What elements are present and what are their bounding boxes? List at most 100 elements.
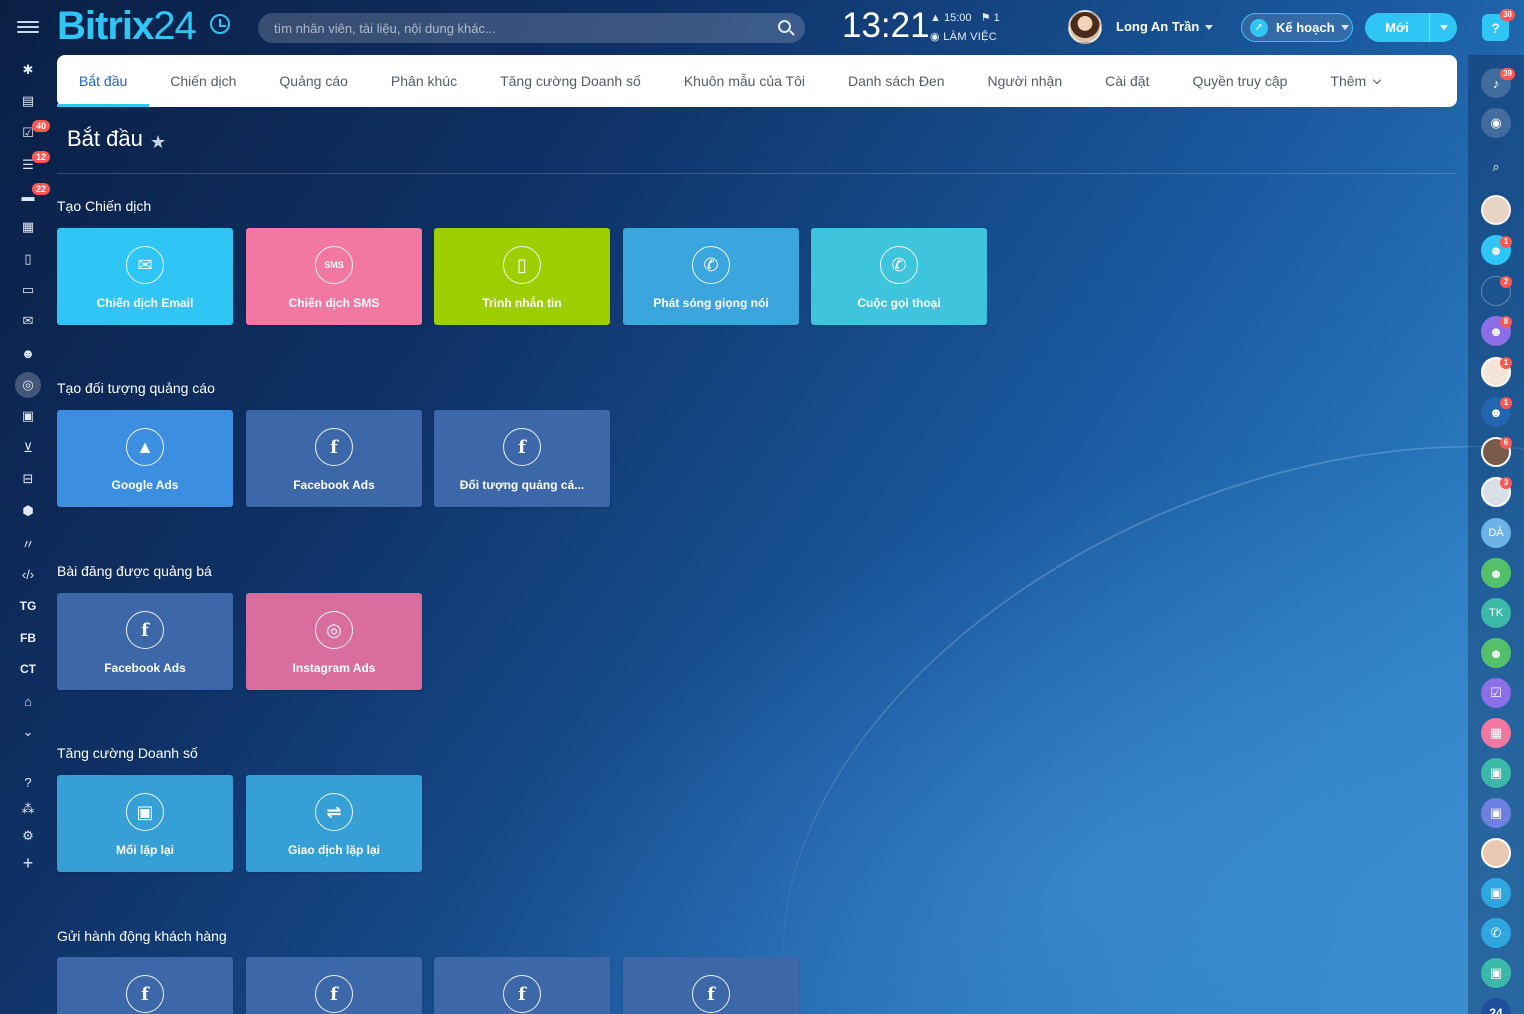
shop-cart-icon[interactable]: ⊻ bbox=[16, 438, 40, 458]
work-status-label: LÀM VIỆC bbox=[943, 31, 998, 43]
section-title-campaigns: Tạo Chiến dịch bbox=[57, 198, 152, 214]
menu-icon[interactable] bbox=[17, 18, 39, 36]
tab-campaigns[interactable]: Chiến dịch bbox=[170, 55, 236, 107]
more-icon[interactable]: ⌄ bbox=[16, 722, 40, 742]
contacts-icon[interactable]: ☻ bbox=[16, 343, 40, 363]
tile-repeat-lead[interactable]: ▣ Mối lặp lại bbox=[57, 775, 233, 872]
add-icon[interactable]: + bbox=[16, 853, 40, 873]
plan-label: Kế hoạch bbox=[1276, 20, 1335, 35]
structure-icon[interactable]: ⁂ bbox=[16, 799, 40, 819]
tile-sms-campaign[interactable]: SMS Chiến dịch SMS bbox=[246, 228, 422, 325]
analytics-icon[interactable]: 〃 bbox=[16, 533, 40, 553]
repeat-deal-icon: ⇌ bbox=[315, 793, 353, 831]
help-icon[interactable]: ? bbox=[16, 772, 40, 792]
mail-icon[interactable]: ✉ bbox=[16, 311, 40, 331]
gear-icon[interactable]: ⚙ bbox=[16, 826, 40, 846]
search-input[interactable] bbox=[258, 13, 805, 43]
tile-instagram-post[interactable]: ◎ Instagram Ads bbox=[246, 593, 422, 690]
calendar-chat-icon[interactable]: ▦ bbox=[1481, 718, 1511, 748]
tile-customer-action[interactable]: f bbox=[623, 957, 799, 1014]
logo[interactable]: Bitrix24 bbox=[57, 4, 197, 49]
search-icon[interactable] bbox=[778, 20, 791, 33]
tile-customer-action[interactable]: f bbox=[434, 957, 610, 1014]
chat-badge: 22 bbox=[32, 183, 50, 195]
tile-messenger[interactable]: ▯ Trình nhắn tin bbox=[434, 228, 610, 325]
tile-email-campaign[interactable]: ✉ Chiến dịch Email bbox=[57, 228, 233, 325]
inventory-icon[interactable]: ⬢ bbox=[16, 501, 40, 521]
tasks-badge: 40 bbox=[32, 120, 50, 132]
sidebar-item-fb[interactable]: FB bbox=[16, 628, 40, 648]
company-icon[interactable]: ⌂ bbox=[16, 691, 40, 711]
avatar[interactable] bbox=[1481, 195, 1511, 225]
sites-icon[interactable]: ▣ bbox=[16, 406, 40, 426]
tile-lookalike-audience[interactable]: f Đối tượng quảng cá... bbox=[434, 410, 610, 507]
tab-segments[interactable]: Phân khúc bbox=[391, 55, 457, 107]
feed-icon[interactable]: ▤ bbox=[16, 91, 40, 111]
group-chat-icon[interactable]: ☻ bbox=[1481, 558, 1511, 588]
phone-icon[interactable]: ✆ bbox=[1481, 918, 1511, 948]
drive-icon[interactable]: ▭ bbox=[16, 280, 40, 300]
facebook-icon: f bbox=[126, 975, 164, 1013]
current-time[interactable]: 13:21 bbox=[842, 6, 930, 46]
star-icon[interactable]: ★ bbox=[150, 132, 166, 153]
tab-access-rights[interactable]: Quyền truy cập bbox=[1192, 55, 1287, 107]
facebook-icon: f bbox=[692, 975, 730, 1013]
tile-label: Chiến dịch Email bbox=[96, 296, 194, 310]
tile-label: Giao dịch lặp lại bbox=[287, 843, 381, 857]
activity-stream-icon[interactable]: ✱ bbox=[16, 60, 40, 80]
tab-start[interactable]: Bắt đầu bbox=[56, 55, 150, 107]
avatar[interactable] bbox=[1068, 10, 1102, 44]
voice-broadcast-icon: ✆ bbox=[692, 246, 730, 284]
tab-sales-boost[interactable]: Tăng cường Doanh số bbox=[500, 55, 641, 107]
chevron-down-icon bbox=[1340, 25, 1349, 30]
group-chat-icon[interactable]: ☻ bbox=[1481, 638, 1511, 668]
tile-google-ads[interactable]: ▲ Google Ads bbox=[57, 410, 233, 507]
work-status[interactable]: ◉ LÀM VIỆC bbox=[930, 30, 997, 43]
sidebar-item-ct[interactable]: CT bbox=[16, 659, 40, 679]
avatar-initials[interactable]: DÁ bbox=[1481, 518, 1511, 548]
tasks-chat-icon[interactable]: ☑ bbox=[1481, 678, 1511, 708]
channel-icon[interactable]: ▣ bbox=[1481, 798, 1511, 828]
tab-ads[interactable]: Quảng cáo bbox=[279, 55, 348, 107]
facebook-icon: f bbox=[503, 428, 541, 466]
tile-customer-action[interactable]: f bbox=[57, 957, 233, 1014]
facebook-icon: f bbox=[315, 975, 353, 1013]
tile-facebook-post[interactable]: f Facebook Ads bbox=[57, 593, 233, 690]
automation-robot-icon[interactable]: ⊟ bbox=[16, 469, 40, 489]
tab-more[interactable]: Thêm bbox=[1330, 55, 1382, 107]
new-label: Mới bbox=[1385, 20, 1409, 35]
tab-settings[interactable]: Cài đặt bbox=[1105, 55, 1149, 107]
messenger-icon[interactable]: ◉ bbox=[1481, 108, 1511, 138]
document-icon[interactable]: ▯ bbox=[16, 249, 40, 269]
avatar-initials[interactable]: TK bbox=[1481, 598, 1511, 628]
chat-badge: 6 bbox=[1500, 437, 1512, 449]
plan-button[interactable]: ➚ Kế hoạch bbox=[1241, 13, 1353, 42]
tile-repeat-deal[interactable]: ⇌ Giao dịch lặp lại bbox=[246, 775, 422, 872]
filter-badge: 12 bbox=[32, 151, 50, 163]
user-menu[interactable]: Long An Trần bbox=[1116, 19, 1214, 34]
section-title-audience: Tạo đối tượng quảng cáo bbox=[57, 380, 215, 396]
avatar[interactable] bbox=[1481, 838, 1511, 868]
tab-my-templates[interactable]: Khuôn mẫu của Tôi bbox=[684, 55, 805, 107]
channel-icon[interactable]: ▣ bbox=[1481, 958, 1511, 988]
developer-icon[interactable]: ‹/› bbox=[16, 564, 40, 584]
tile-phone-call[interactable]: ✆ Cuộc gọi thoại bbox=[811, 228, 987, 325]
marketing-icon[interactable]: ◎ bbox=[15, 372, 41, 398]
new-button[interactable]: Mới bbox=[1365, 13, 1457, 42]
tile-voice-broadcast[interactable]: ✆ Phát sóng giọng nói bbox=[623, 228, 799, 325]
calendar-icon[interactable]: ▦ bbox=[16, 217, 40, 237]
chat-badge: 1 bbox=[1500, 357, 1512, 369]
channel-icon[interactable]: ▣ bbox=[1481, 878, 1511, 908]
search-icon[interactable]: ⌕ bbox=[1481, 152, 1511, 182]
alarm-info[interactable]: ▲ 15:00 ⚑ 1 bbox=[930, 11, 1000, 24]
tile-label: Instagram Ads bbox=[292, 661, 376, 675]
tab-blacklist[interactable]: Danh sách Đen bbox=[848, 55, 945, 107]
channel-icon[interactable]: ▣ bbox=[1481, 758, 1511, 788]
chevron-down-icon bbox=[1205, 25, 1214, 31]
sidebar-item-tg[interactable]: TG bbox=[16, 596, 40, 616]
top-bar: Bitrix24 13:21 ▲ 15:00 ⚑ 1 ◉ LÀM VIỆC Lo… bbox=[0, 0, 1524, 55]
tab-recipients[interactable]: Người nhận bbox=[988, 55, 1063, 107]
new-dropdown[interactable] bbox=[1430, 25, 1457, 30]
tile-customer-action[interactable]: f bbox=[246, 957, 422, 1014]
tile-facebook-ads[interactable]: f Facebook Ads bbox=[246, 410, 422, 507]
